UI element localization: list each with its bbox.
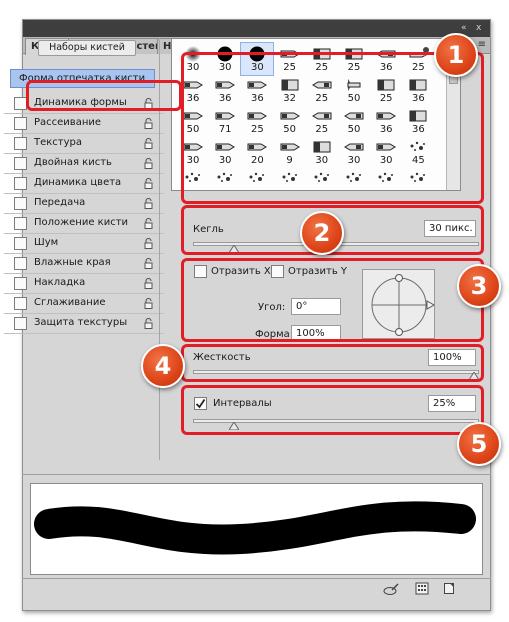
callout-frame-shape — [181, 258, 484, 342]
option-label: Шум — [34, 237, 59, 248]
option-checkbox[interactable] — [14, 297, 27, 310]
option-label: Влажные края — [34, 257, 111, 268]
option-label: Передача — [34, 197, 86, 208]
toggle-live-tip-icon[interactable] — [383, 582, 399, 596]
callout-frame-hardness — [181, 344, 484, 382]
callout-badge-3: 3 — [457, 264, 501, 308]
lock-icon[interactable] — [144, 198, 153, 209]
option-checkbox[interactable] — [14, 237, 27, 250]
close-icon[interactable]: x — [476, 23, 481, 33]
brush-stroke-preview — [30, 483, 483, 575]
brush-option-row[interactable]: Положение кисти — [4, 214, 164, 234]
option-checkbox[interactable] — [14, 177, 27, 190]
option-checkbox[interactable] — [14, 117, 27, 130]
preview-divider — [22, 474, 491, 475]
lock-icon[interactable] — [144, 318, 153, 329]
option-checkbox[interactable] — [14, 217, 27, 230]
brush-presets-button[interactable]: Наборы кистей — [38, 40, 136, 56]
brush-option-row[interactable]: Текстура — [4, 134, 164, 154]
lock-icon[interactable] — [144, 218, 153, 229]
brush-option-row[interactable]: Динамика цвета — [4, 174, 164, 194]
brush-option-row[interactable]: Рассеивание — [4, 114, 164, 134]
lock-icon[interactable] — [144, 118, 153, 129]
callout-badge-4: 4 — [141, 344, 185, 388]
option-checkbox[interactable] — [14, 317, 27, 330]
option-label: Текстура — [34, 137, 83, 148]
new-preset-icon[interactable] — [443, 582, 456, 595]
brush-option-row[interactable]: Накладка — [4, 274, 164, 294]
option-label: Защита текстуры — [34, 317, 128, 328]
option-checkbox[interactable] — [14, 137, 27, 150]
option-checkbox[interactable] — [14, 257, 27, 270]
lock-icon[interactable] — [144, 178, 153, 189]
brush-option-row[interactable]: Защита текстуры — [4, 314, 164, 334]
callout-badge-5: 5 — [457, 422, 501, 466]
brush-option-row[interactable]: Передача — [4, 194, 164, 214]
option-label: Рассеивание — [34, 117, 102, 128]
option-checkbox[interactable] — [14, 277, 27, 290]
lock-icon[interactable] — [144, 278, 153, 289]
panel-footer — [22, 578, 491, 598]
brush-option-row[interactable]: Сглаживание — [4, 294, 164, 314]
option-label: Положение кисти — [34, 217, 129, 228]
callout-frame-tip-shape — [26, 80, 182, 111]
lock-icon[interactable] — [144, 238, 153, 249]
brush-grid-icon[interactable] — [415, 582, 429, 595]
brush-option-row[interactable]: Шум — [4, 234, 164, 254]
option-checkbox[interactable] — [14, 157, 27, 170]
brush-option-row[interactable]: Двойная кисть — [4, 154, 164, 174]
panel-title-bar: « x — [23, 20, 490, 37]
option-label: Двойная кисть — [34, 157, 112, 168]
callout-badge-1: 1 — [434, 33, 478, 77]
option-checkbox[interactable] — [14, 197, 27, 210]
lock-icon[interactable] — [144, 258, 153, 269]
lock-icon[interactable] — [144, 298, 153, 309]
option-label: Накладка — [34, 277, 86, 288]
brush-option-row[interactable]: Влажные края — [4, 254, 164, 274]
collapse-icon[interactable]: « — [461, 23, 467, 33]
callout-frame-spacing — [181, 385, 484, 435]
option-label: Сглаживание — [34, 297, 106, 308]
brush-stroke-icon — [34, 501, 476, 555]
callout-frame-brush-tips — [181, 52, 484, 204]
lock-icon[interactable] — [144, 138, 153, 149]
callout-badge-2: 2 — [300, 211, 344, 255]
panel-menu-icon[interactable]: ≡ — [478, 39, 486, 50]
lock-icon[interactable] — [144, 158, 153, 169]
option-label: Динамика цвета — [34, 177, 122, 188]
